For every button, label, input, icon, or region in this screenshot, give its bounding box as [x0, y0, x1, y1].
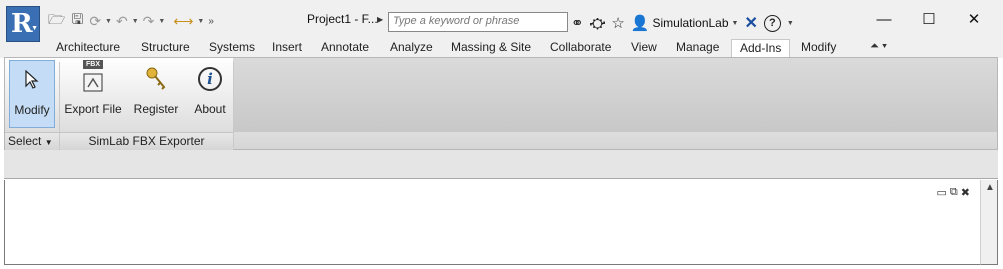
- options-bar: [4, 150, 998, 179]
- tab-manage[interactable]: Manage: [676, 39, 719, 58]
- chevron-down-icon[interactable]: ▼: [132, 18, 139, 25]
- chevron-down-icon[interactable]: ▼: [105, 18, 112, 25]
- drawing-area[interactable]: ▭ ⧉ ✖: [4, 180, 980, 265]
- tab-modify[interactable]: Modify: [801, 39, 836, 58]
- user-icon: 👤: [630, 15, 650, 32]
- user-name: SimulationLab: [652, 16, 729, 30]
- ribbon: Modify Select ▼ FBX Export File Register…: [4, 57, 998, 150]
- ribbon-empty-area: [233, 58, 997, 132]
- star-icon[interactable]: ☆: [611, 14, 624, 32]
- about-info-icon: i: [198, 60, 222, 98]
- close-view-icon[interactable]: ✖: [961, 186, 970, 199]
- register-button[interactable]: Register: [131, 60, 181, 128]
- tab-systems[interactable]: Systems: [209, 39, 255, 58]
- chevron-down-icon: ▼: [44, 138, 53, 147]
- scroll-up-icon[interactable]: ▲: [985, 182, 995, 193]
- tab-collaborate[interactable]: Collaborate: [550, 39, 611, 58]
- user-signin[interactable]: 👤 SimulationLab ▼: [631, 14, 739, 32]
- search-expand-icon[interactable]: ▶: [377, 15, 383, 24]
- export-file-button[interactable]: FBX Export File: [63, 60, 123, 128]
- modify-button[interactable]: Modify: [9, 60, 55, 128]
- exchange-icon[interactable]: ✕: [744, 13, 757, 33]
- register-label: Register: [133, 102, 179, 116]
- chevron-down-icon[interactable]: ▼: [787, 20, 794, 27]
- chevron-down-icon: ▼: [731, 19, 739, 27]
- panel-divider: [233, 62, 234, 148]
- save-icon[interactable]: 🖫: [71, 11, 83, 31]
- close-button[interactable]: ✕: [954, 8, 994, 30]
- undo-icon[interactable]: ↶: [116, 11, 128, 31]
- vertical-scrollbar[interactable]: ▲: [980, 180, 998, 265]
- ribbon-display-toggle-icon[interactable]: ⏶ ▾: [870, 40, 887, 53]
- open-folder-icon[interactable]: 🗁: [48, 11, 65, 31]
- document-title: Project1 - F...: [307, 12, 378, 26]
- about-label: About: [194, 102, 226, 116]
- tab-massing-site[interactable]: Massing & Site: [451, 39, 531, 58]
- overflow-icon[interactable]: »: [208, 11, 214, 31]
- binoculars-icon[interactable]: ⚭: [571, 14, 584, 32]
- application-menu-button[interactable]: R ▼: [6, 6, 40, 42]
- view-window-controls: ▭ ⧉ ✖: [937, 186, 970, 199]
- fbx-badge: FBX: [83, 60, 103, 69]
- tab-analyze[interactable]: Analyze: [390, 39, 433, 58]
- ribbon-tab-bar: Architecture Structure Systems Insert An…: [0, 38, 1003, 58]
- satellite-icon[interactable]: ⛮: [590, 15, 606, 32]
- tab-add-ins[interactable]: Add-Ins: [731, 39, 791, 58]
- about-button[interactable]: i About: [189, 60, 231, 128]
- simlab-panel-title: SimLab FBX Exporter: [60, 132, 233, 150]
- sync-icon[interactable]: ⟳: [89, 11, 101, 31]
- infocenter: ⚭ ⛮ ☆ 👤 SimulationLab ▼ ✕ ? ▼: [571, 12, 794, 34]
- tab-annotate[interactable]: Annotate: [321, 39, 369, 58]
- chevron-down-icon: ▼: [31, 25, 38, 32]
- revit-logo-icon: R: [11, 9, 33, 39]
- quick-access-toolbar: 🗁 🖫 ⟳ ▼ ↶ ▼ ↷ ▼ ⟷ ▼ »: [48, 10, 214, 32]
- chevron-down-icon[interactable]: ▼: [158, 18, 165, 25]
- minimize-view-icon[interactable]: ▭: [937, 186, 947, 199]
- chevron-down-icon[interactable]: ▼: [197, 18, 204, 25]
- help-icon[interactable]: ?: [763, 14, 781, 32]
- select-panel-label: Select: [8, 134, 42, 148]
- about-glyph: i: [198, 67, 222, 91]
- select-panel-title[interactable]: Select ▼: [5, 132, 59, 150]
- fbx-export-icon: FBX: [78, 60, 108, 98]
- restore-view-icon[interactable]: ⧉: [950, 186, 958, 199]
- title-bar: R ▼ 🗁 🖫 ⟳ ▼ ↶ ▼ ↷ ▼ ⟷ ▼ » Project1 - F..…: [0, 0, 1003, 42]
- modify-label: Modify: [14, 103, 50, 117]
- tab-insert[interactable]: Insert: [272, 39, 302, 58]
- tab-architecture[interactable]: Architecture: [56, 39, 120, 58]
- keys-icon: [144, 60, 168, 98]
- export-file-label: Export File: [64, 102, 122, 116]
- cursor-arrow-icon: [24, 61, 40, 99]
- redo-icon[interactable]: ↷: [143, 11, 155, 31]
- search-input[interactable]: Type a keyword or phrase: [388, 12, 568, 32]
- measure-icon[interactable]: ⟷: [173, 11, 193, 31]
- tab-structure[interactable]: Structure: [141, 39, 190, 58]
- maximize-button[interactable]: ☐: [909, 8, 949, 30]
- minimize-button[interactable]: —: [864, 8, 904, 30]
- tab-view[interactable]: View: [631, 39, 657, 58]
